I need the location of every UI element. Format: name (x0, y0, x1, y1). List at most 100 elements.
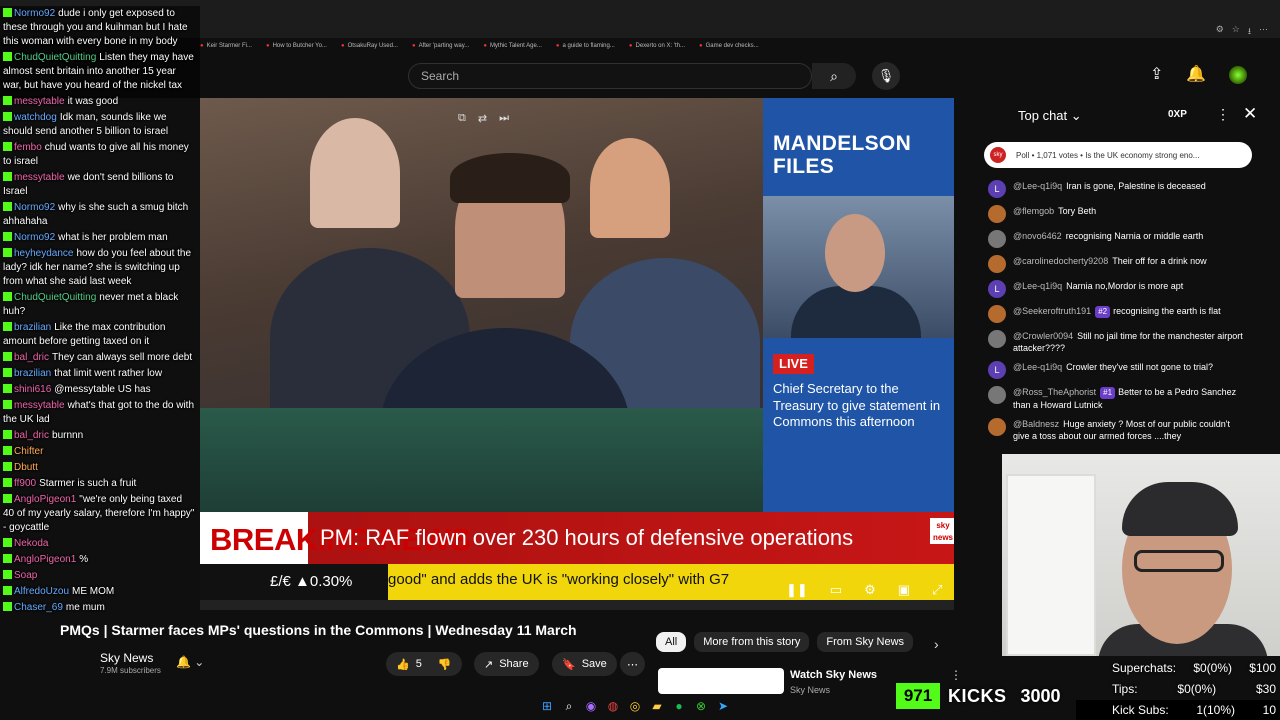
chat-username[interactable]: @Lee-q1i9q (1013, 181, 1062, 191)
spotify-icon[interactable]: ● (672, 699, 686, 713)
theater-icon[interactable]: ▣ (898, 582, 910, 598)
pause-icon[interactable]: ❚❚ (786, 582, 808, 598)
chat-username[interactable]: AngloPigeon1 (14, 494, 76, 505)
search-icon[interactable]: ⌕ (562, 699, 576, 713)
windows-start-icon[interactable]: ⊞ (540, 699, 554, 713)
close-icon[interactable]: ✕ (1243, 104, 1257, 124)
bookmark-item[interactable]: How to Butcher Yo... (266, 43, 327, 49)
chat-username[interactable]: ChudQuietQuitting (14, 52, 96, 63)
chat-poll[interactable]: Poll • 1,071 votes • Is the UK economy s… (984, 142, 1252, 168)
chat-username[interactable]: @Seekeroftruth191 (1013, 306, 1091, 316)
chat-username[interactable]: ff900 (14, 478, 36, 489)
chat-username[interactable]: Normo92 (14, 8, 55, 19)
search-input[interactable]: Search (408, 63, 812, 89)
chat-username[interactable]: @novo6462 (1013, 231, 1062, 241)
download-icon[interactable]: ⭳ (1248, 24, 1251, 40)
chip[interactable]: From Sky News (817, 632, 914, 652)
recommended-thumbnail[interactable] (658, 668, 784, 694)
chat-username[interactable]: @Lee-q1i9q (1013, 281, 1062, 291)
miniplayer-icon[interactable]: ⧉ (458, 112, 466, 125)
bookmark-item[interactable]: After 'parting way... (412, 43, 470, 49)
chat-username[interactable]: messytable (14, 400, 65, 411)
chip[interactable]: More from this story (694, 632, 810, 652)
chat-username[interactable]: @Crowler0094 (1013, 331, 1073, 341)
captions-icon[interactable]: ▭ (830, 582, 842, 598)
fullscreen-icon[interactable]: ⤢ (932, 582, 942, 598)
browser-icon[interactable]: ◉ (584, 699, 598, 713)
chat-username[interactable]: Normo92 (14, 202, 55, 213)
chat-username[interactable]: brazilian (14, 322, 51, 333)
bookmark-item[interactable]: OtsakuRay Used... (341, 43, 398, 49)
save-button[interactable]: 🔖 Save (552, 652, 617, 676)
chat-avatar[interactable] (988, 230, 1006, 248)
chat-avatar[interactable] (988, 255, 1006, 273)
chat-avatar[interactable]: L (988, 361, 1006, 379)
chat-username[interactable]: shini616 (14, 384, 51, 395)
chat-username[interactable]: Dbutt (14, 462, 38, 473)
account-avatar[interactable] (1229, 66, 1247, 84)
bookmark-icon[interactable]: ☆ (1232, 24, 1240, 40)
like-button[interactable]: 👍 5 👎 (386, 652, 462, 676)
chat-username[interactable]: Chifter (14, 446, 43, 457)
chevron-right-icon[interactable]: › (934, 636, 939, 652)
bookmark-item[interactable]: Mythic Talent Age... (483, 43, 542, 49)
chat-avatar[interactable] (988, 386, 1006, 404)
voice-search-button[interactable]: 🎙 (872, 62, 900, 90)
more-actions-button[interactable]: ⋯ (620, 652, 645, 676)
chat-username[interactable]: Chaser_69 (14, 602, 63, 613)
chat-avatar[interactable] (988, 305, 1006, 323)
chat-username[interactable]: AngloPigeon1 (14, 554, 76, 565)
chat-username[interactable]: messytable (14, 172, 65, 183)
chat-text: Narnia no,Mordor is more apt (1066, 281, 1184, 291)
settings-icon[interactable]: ⚙ (864, 582, 876, 598)
search-button[interactable]: ⌕ (812, 63, 856, 89)
chat-username[interactable]: @carolinedocherty9208 (1013, 256, 1108, 266)
menu-icon[interactable]: ⋯ (1259, 24, 1268, 40)
live-chat-mode[interactable]: Top chat ⌄ (1018, 108, 1082, 124)
xp-badge[interactable]: 0XP (1168, 109, 1187, 120)
next-icon[interactable]: ⏭ (499, 112, 509, 125)
chat-username[interactable]: heyheydance (14, 248, 74, 259)
notifications-icon[interactable]: 🔔 (1186, 64, 1206, 84)
chat-username[interactable]: bal_dric (14, 352, 49, 363)
extension-icon[interactable]: ⚙ (1216, 24, 1224, 40)
chat-username[interactable]: @Baldnesz (1013, 419, 1059, 429)
chat-username[interactable]: @Lee-q1i9q (1013, 362, 1062, 372)
chat-avatar[interactable] (988, 205, 1006, 223)
chat-username[interactable]: fembo (14, 142, 42, 153)
chat-username[interactable]: messytable (14, 96, 65, 107)
recommended-title[interactable]: Watch Sky News (790, 669, 877, 681)
chat-avatar[interactable] (988, 330, 1006, 348)
video-player[interactable]: ⧉ ⇄ ⏭ MANDELSON FILES LIVE Chief Secreta… (200, 98, 954, 610)
chat-username[interactable]: Nekoda (14, 538, 48, 549)
chat-avatar[interactable]: L (988, 180, 1006, 198)
chat-username[interactable]: @flemgob (1013, 206, 1054, 216)
thumbs-down-icon[interactable]: 👎 (438, 658, 452, 671)
chat-username[interactable]: Soap (14, 570, 37, 581)
app-icon[interactable]: ◍ (606, 699, 620, 713)
chrome-icon[interactable]: ◎ (628, 699, 642, 713)
chat-avatar[interactable] (988, 418, 1006, 436)
chat-menu-icon[interactable]: ⋮ (1216, 106, 1230, 123)
bookmark-item[interactable]: Game dev checks... (699, 43, 759, 49)
chat-username[interactable]: brazilian (14, 368, 51, 379)
xbox-icon[interactable]: ⊗ (694, 699, 708, 713)
telegram-icon[interactable]: ➤ (716, 699, 730, 713)
bookmark-item[interactable]: Keir Starmer Fi... (200, 43, 252, 49)
chat-username[interactable]: AlfredoUzou (14, 586, 69, 597)
recommended-more-icon[interactable]: ⋮ (950, 668, 962, 682)
folder-icon[interactable]: ▰ (650, 699, 664, 713)
chat-avatar[interactable]: L (988, 280, 1006, 298)
prev-icon[interactable]: ⇄ (478, 112, 487, 125)
bookmark-item[interactable]: a guide to flaming... (556, 43, 614, 49)
chat-username[interactable]: ChudQuietQuitting (14, 292, 96, 303)
chat-username[interactable]: Normo92 (14, 232, 55, 243)
chip[interactable]: All (656, 632, 687, 652)
search-placeholder: Search (421, 69, 460, 83)
chat-username[interactable]: watchdog (14, 112, 57, 123)
chat-username[interactable]: @Ross_TheAphorist (1013, 387, 1096, 397)
chat-username[interactable]: bal_dric (14, 430, 49, 441)
share-button[interactable]: ↗ Share (474, 652, 539, 676)
bookmark-item[interactable]: Dexerto on X: 'th... (629, 43, 685, 49)
upload-icon[interactable]: ⇪ (1150, 64, 1163, 84)
